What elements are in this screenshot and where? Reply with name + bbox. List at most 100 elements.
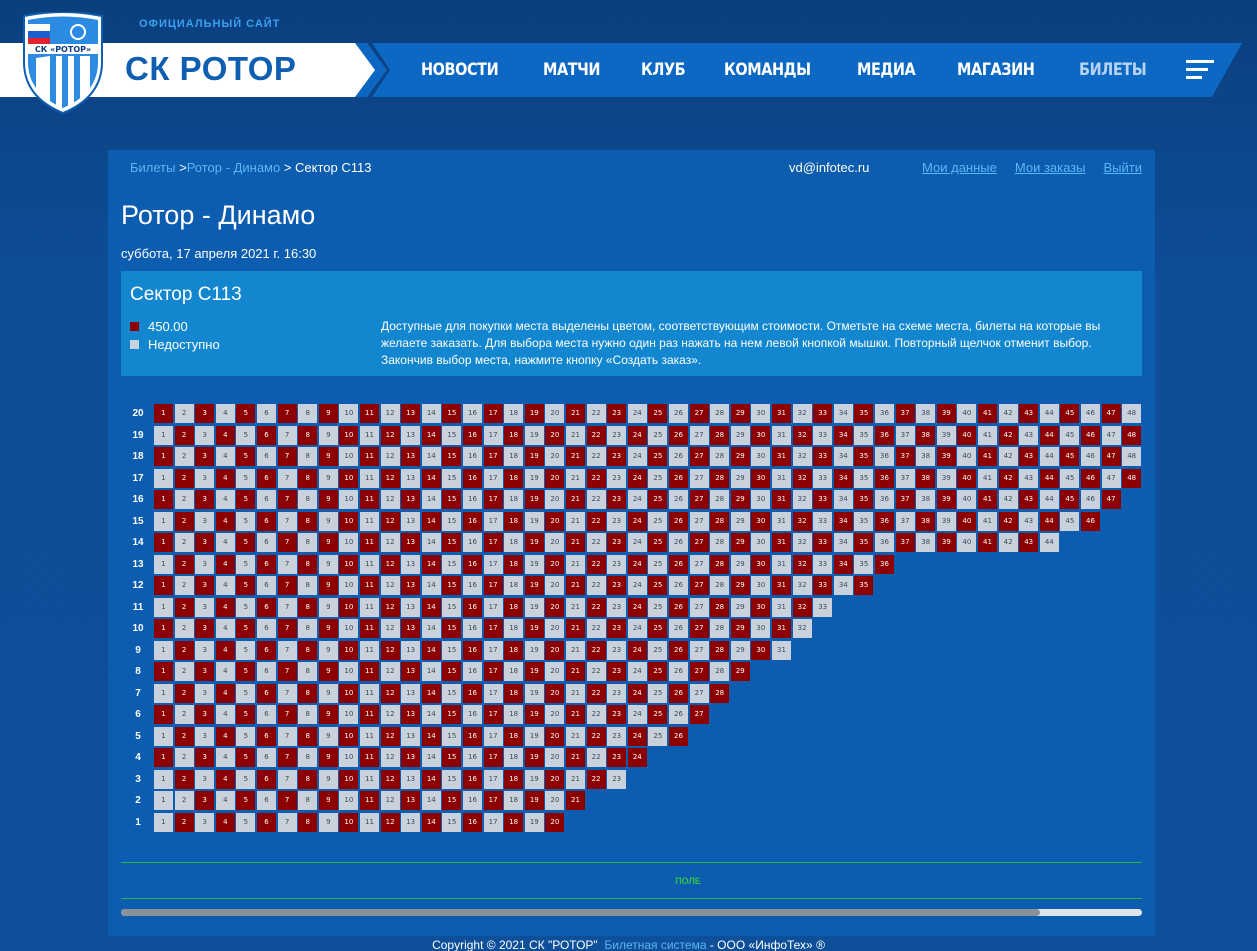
seat[interactable]: 44 xyxy=(1039,511,1059,531)
seat[interactable]: 21 xyxy=(566,533,585,552)
seat[interactable]: 37 xyxy=(895,490,915,509)
seat[interactable]: 22 xyxy=(586,769,606,789)
seat[interactable]: 16 xyxy=(463,812,482,832)
seat[interactable]: 22 xyxy=(586,511,606,531)
seat[interactable]: 29 xyxy=(730,662,750,681)
seat[interactable]: 13 xyxy=(401,705,421,724)
logout-link[interactable]: Выйти xyxy=(1104,160,1143,175)
seat[interactable]: 39 xyxy=(936,533,956,552)
seat[interactable]: 4 xyxy=(215,726,235,746)
seat[interactable]: 4 xyxy=(215,425,235,445)
seat[interactable]: 11 xyxy=(360,705,379,724)
seat[interactable]: 16 xyxy=(463,511,482,531)
seat[interactable]: 13 xyxy=(401,662,421,681)
seat[interactable]: 27 xyxy=(689,447,709,466)
seat[interactable]: 3 xyxy=(195,404,215,423)
seat[interactable]: 5 xyxy=(236,662,256,681)
seat[interactable]: 9 xyxy=(318,662,338,681)
seat[interactable]: 40 xyxy=(957,425,977,445)
seat[interactable]: 11 xyxy=(360,404,379,423)
seat[interactable]: 18 xyxy=(504,425,524,445)
seat[interactable]: 17 xyxy=(483,619,503,638)
seat[interactable]: 5 xyxy=(236,490,256,509)
seat[interactable]: 21 xyxy=(566,490,585,509)
scrollbar-thumb[interactable] xyxy=(121,909,1040,916)
seat[interactable]: 11 xyxy=(360,662,379,681)
seat[interactable]: 8 xyxy=(298,640,318,660)
seat[interactable]: 3 xyxy=(195,619,215,638)
seat[interactable]: 21 xyxy=(566,748,585,767)
seat[interactable]: 10 xyxy=(339,769,359,789)
seat[interactable]: 36 xyxy=(875,468,894,488)
breadcrumb-tickets[interactable]: Билеты xyxy=(130,160,175,175)
seat[interactable]: 13 xyxy=(401,619,421,638)
seat[interactable]: 33 xyxy=(813,576,833,595)
seat[interactable]: 10 xyxy=(339,597,359,617)
seat[interactable]: 41 xyxy=(978,447,997,466)
seat[interactable]: 31 xyxy=(772,533,791,552)
seat[interactable]: 17 xyxy=(483,662,503,681)
seat[interactable]: 27 xyxy=(689,490,709,509)
nav-item[interactable]: МАТЧИ xyxy=(543,60,600,80)
brand-name[interactable]: СК РОТОР xyxy=(125,50,296,88)
seat[interactable]: 21 xyxy=(566,791,585,810)
seat[interactable]: 44 xyxy=(1039,425,1059,445)
seat[interactable]: 11 xyxy=(360,447,379,466)
my-data-link[interactable]: Мои данные xyxy=(922,160,997,175)
seat[interactable]: 14 xyxy=(421,468,441,488)
seat[interactable]: 14 xyxy=(421,597,441,617)
seat[interactable]: 15 xyxy=(442,576,462,595)
seat[interactable]: 43 xyxy=(1019,490,1039,509)
seat[interactable]: 4 xyxy=(215,597,235,617)
seat[interactable]: 40 xyxy=(957,511,977,531)
seat[interactable]: 31 xyxy=(772,490,791,509)
seat[interactable]: 7 xyxy=(277,576,297,595)
seat[interactable]: 33 xyxy=(813,447,833,466)
seat[interactable]: 17 xyxy=(483,576,503,595)
seat[interactable]: 24 xyxy=(627,748,647,767)
seat[interactable]: 19 xyxy=(524,791,544,810)
seat[interactable]: 1 xyxy=(154,533,173,552)
seat[interactable]: 25 xyxy=(648,447,668,466)
seat[interactable]: 14 xyxy=(421,683,441,703)
seat[interactable]: 27 xyxy=(689,533,709,552)
seat[interactable]: 6 xyxy=(257,640,276,660)
seat[interactable]: 9 xyxy=(318,490,338,509)
seat[interactable]: 34 xyxy=(833,425,853,445)
seat[interactable]: 28 xyxy=(710,683,730,703)
seat[interactable]: 5 xyxy=(236,748,256,767)
seat[interactable]: 13 xyxy=(401,791,421,810)
seat[interactable]: 3 xyxy=(195,662,215,681)
seat[interactable]: 13 xyxy=(401,490,421,509)
seat[interactable]: 15 xyxy=(442,447,462,466)
seat[interactable]: 25 xyxy=(648,404,668,423)
seat[interactable]: 6 xyxy=(257,769,276,789)
seat[interactable]: 17 xyxy=(483,791,503,810)
seat[interactable]: 43 xyxy=(1019,533,1039,552)
seat[interactable]: 23 xyxy=(607,705,627,724)
seat[interactable]: 8 xyxy=(298,425,318,445)
seat[interactable]: 23 xyxy=(607,490,627,509)
seat[interactable]: 7 xyxy=(277,791,297,810)
seat[interactable]: 31 xyxy=(772,404,791,423)
seat[interactable]: 5 xyxy=(236,619,256,638)
seat[interactable]: 8 xyxy=(298,597,318,617)
seat[interactable]: 15 xyxy=(442,705,462,724)
seat[interactable]: 25 xyxy=(648,705,668,724)
menu-icon[interactable] xyxy=(1186,60,1214,80)
seat[interactable]: 3 xyxy=(195,490,215,509)
seat[interactable]: 3 xyxy=(195,576,215,595)
seat[interactable]: 9 xyxy=(318,791,338,810)
seat[interactable]: 25 xyxy=(648,490,668,509)
seat[interactable]: 33 xyxy=(813,533,833,552)
seat[interactable]: 47 xyxy=(1101,404,1121,423)
seat[interactable]: 17 xyxy=(483,533,503,552)
nav-item[interactable]: МАГАЗИН xyxy=(957,60,1035,80)
seat[interactable]: 7 xyxy=(277,490,297,509)
seat[interactable]: 25 xyxy=(648,662,668,681)
seat[interactable]: 14 xyxy=(421,769,441,789)
seat[interactable]: 2 xyxy=(174,425,194,445)
seat[interactable]: 21 xyxy=(566,619,585,638)
seat[interactable]: 23 xyxy=(607,576,627,595)
seat[interactable]: 35 xyxy=(854,404,874,423)
